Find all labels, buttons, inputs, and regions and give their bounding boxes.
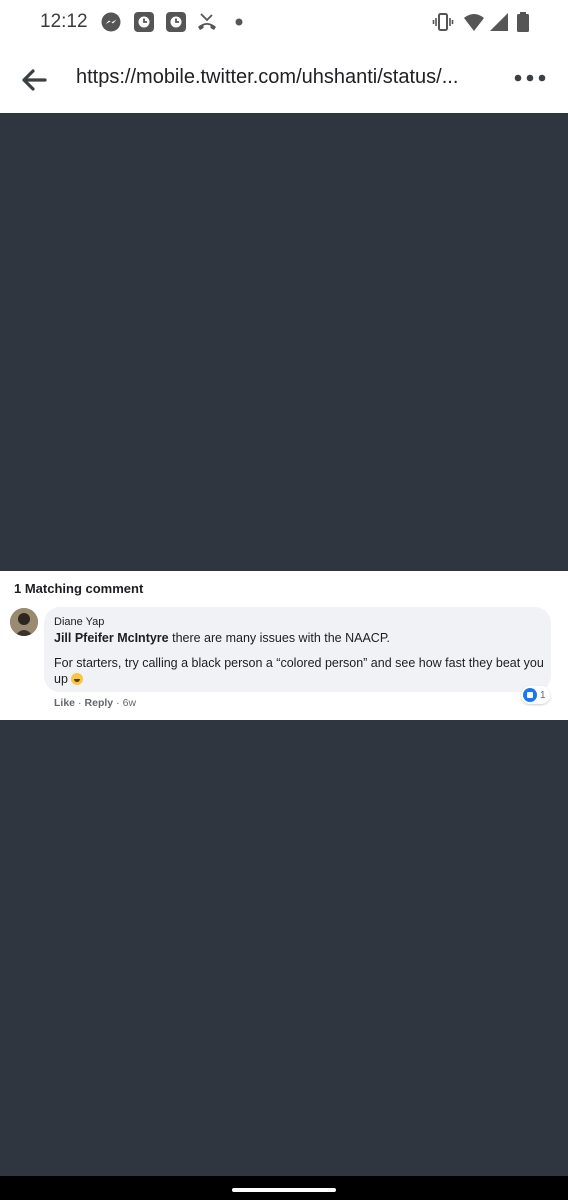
messenger-icon: [101, 12, 121, 32]
vibrate-icon: [432, 13, 454, 31]
matching-comment-card: 1 Matching comment Diane Yap Jill Pfeife…: [0, 571, 568, 720]
reaction-count: 1: [540, 689, 546, 701]
home-gesture-handle[interactable]: [232, 1188, 336, 1192]
more-options-icon[interactable]: [512, 70, 548, 86]
comment-author[interactable]: Diane Yap: [54, 616, 104, 628]
like-button[interactable]: Like: [54, 697, 75, 709]
signal-icon: [490, 13, 508, 31]
separator: ·: [78, 697, 82, 709]
comment-text-rest: there are many issues with the NAACP.: [168, 631, 391, 645]
comment-text-line2: For starters, try calling a black person…: [54, 655, 544, 687]
separator: ·: [116, 697, 120, 709]
like-reaction-icon: [523, 688, 537, 702]
battery-icon: [517, 12, 529, 32]
comment-text-body: For starters, try calling a black person…: [54, 656, 544, 686]
comment-bubble: Diane Yap Jill Pfeifer McIntyre there ar…: [44, 607, 551, 692]
comment-timestamp[interactable]: 6w: [123, 697, 136, 709]
wifi-icon: [464, 14, 484, 31]
mentioned-user[interactable]: Jill Pfeifer McIntyre: [54, 631, 169, 645]
missed-call-icon: [198, 13, 216, 30]
reply-button[interactable]: Reply: [85, 697, 114, 709]
status-time: 12:12: [40, 11, 88, 32]
browser-toolbar: https://mobile.twitter.com/uhshanti/stat…: [0, 44, 568, 113]
laughing-emoji-icon: [71, 673, 84, 685]
url-field[interactable]: https://mobile.twitter.com/uhshanti/stat…: [76, 66, 496, 89]
reaction-badge[interactable]: 1: [521, 686, 550, 704]
back-arrow-icon[interactable]: [18, 64, 50, 96]
navigation-bar: [0, 1176, 568, 1200]
notification-dot-icon: [235, 18, 243, 26]
comment-actions: Like · Reply · 6w: [54, 697, 136, 709]
comment-text-line1: Jill Pfeifer McIntyre there are many iss…: [54, 631, 390, 645]
app-icon: [166, 12, 186, 32]
app-icon: [134, 12, 154, 32]
matching-comment-heading: 1 Matching comment: [14, 581, 144, 596]
avatar[interactable]: [10, 608, 38, 636]
status-bar: 12:12: [0, 0, 568, 44]
